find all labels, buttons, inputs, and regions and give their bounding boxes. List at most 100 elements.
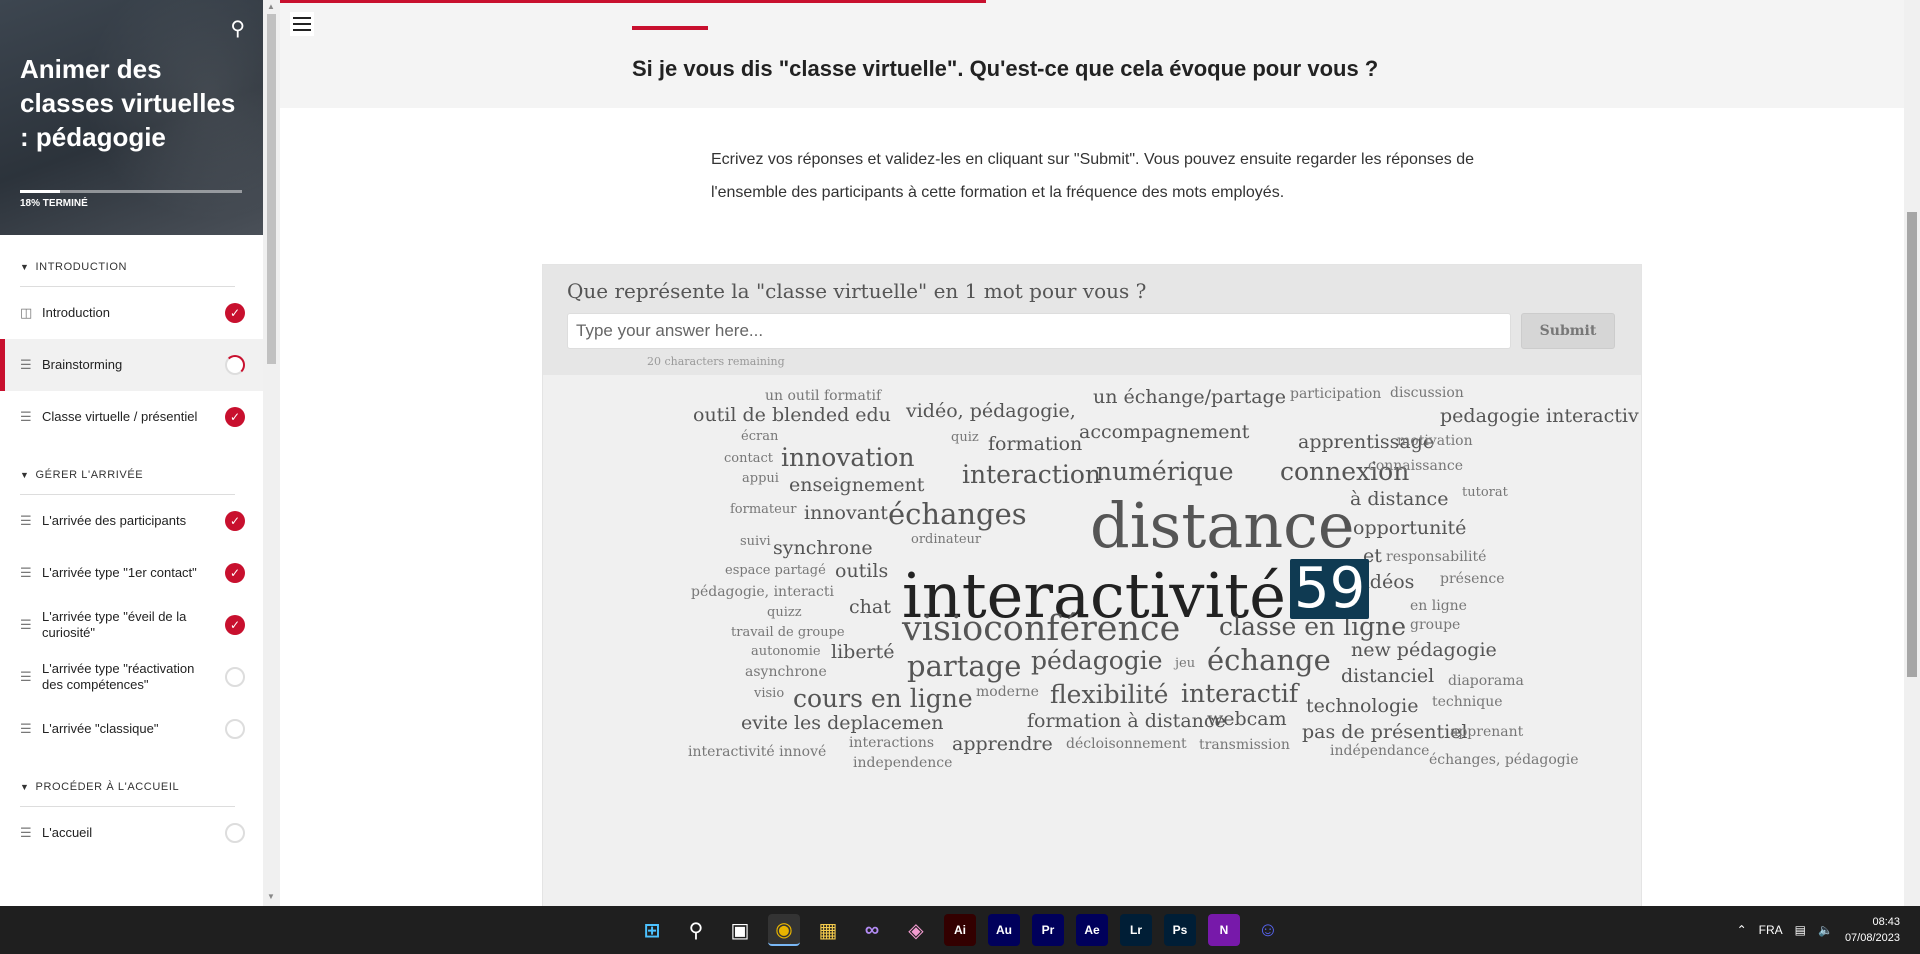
lesson-item[interactable]: ☰ Classe virtuelle / présentiel ✓ [0, 391, 263, 443]
answer-input[interactable] [567, 313, 1511, 349]
lesson-item[interactable]: ☰ L'arrivée des participants ✓ [0, 495, 263, 547]
task-view-icon[interactable]: ▣ [724, 914, 756, 946]
word-cloud-item[interactable]: vidéo, pédagogie, [906, 402, 1076, 421]
premiere-icon[interactable]: Pr [1032, 914, 1064, 946]
word-cloud-item[interactable]: partage [907, 652, 1021, 681]
word-cloud-item[interactable]: décloisonnement [1066, 737, 1187, 751]
word-cloud-item[interactable]: flexibilité [1050, 682, 1168, 707]
photos-icon[interactable]: ◈ [900, 914, 932, 946]
lesson-item[interactable]: ☰ L'arrivée "classique" [0, 703, 263, 755]
word-cloud-item[interactable]: innovation [781, 445, 914, 470]
word-cloud-item[interactable]: distanciel [1341, 667, 1434, 686]
word-cloud-item[interactable]: independence [853, 756, 952, 770]
word-cloud-item[interactable]: motivation [1397, 434, 1473, 448]
word-cloud-item[interactable]: evite les deplacemen [741, 714, 943, 733]
word-cloud-item[interactable]: pédagogie [1031, 648, 1163, 673]
word-cloud-item[interactable]: enseignement [789, 476, 924, 495]
word-cloud-item[interactable]: apprendre [952, 735, 1053, 754]
word-cloud-item[interactable]: cours en ligne [793, 686, 973, 711]
word-cloud-item[interactable]: outils [835, 562, 888, 581]
word-cloud-item[interactable]: interaction [962, 462, 1101, 487]
word-cloud-item[interactable]: quiz [951, 431, 979, 444]
section-header[interactable]: ▼ INTRODUCTION [20, 235, 235, 287]
lesson-item[interactable]: ☰ L'arrivée type "réactivation des compét… [0, 651, 263, 703]
word-cloud-item[interactable]: technologie [1306, 697, 1418, 716]
word-cloud-item[interactable]: échange [1207, 646, 1331, 675]
search-icon[interactable]: ⚲ [680, 914, 712, 946]
word-cloud-item[interactable]: distance [1090, 495, 1355, 557]
word-cloud-item[interactable]: quizz [767, 606, 802, 619]
after-effects-icon[interactable]: Ae [1076, 914, 1108, 946]
visual-studio-icon[interactable]: ∞ [856, 914, 888, 946]
word-cloud-item[interactable]: indépendance [1330, 744, 1429, 758]
word-cloud-item[interactable]: liberté [831, 643, 895, 662]
word-cloud-item[interactable]: formation [988, 435, 1082, 454]
word-cloud-item[interactable]: transmission [1199, 738, 1290, 752]
word-cloud-item[interactable]: accompagnement [1079, 423, 1249, 442]
clock[interactable]: 08:43 07/08/2023 [1845, 914, 1900, 946]
word-cloud-item[interactable]: diaporama [1448, 674, 1524, 688]
page-scroll-thumb[interactable] [1907, 212, 1917, 677]
word-cloud-item[interactable]: participation [1290, 387, 1381, 401]
word-cloud-item[interactable]: innovant [804, 504, 888, 523]
photoshop-icon[interactable]: Ps [1164, 914, 1196, 946]
word-cloud-item[interactable]: opportunité [1353, 519, 1466, 538]
word-cloud-item[interactable]: interactivité innové [688, 745, 826, 759]
word-cloud-item[interactable]: un outil formatif [765, 389, 881, 403]
menu-icon[interactable] [290, 12, 314, 36]
sidebar-scrollbar[interactable]: ▲ ▼ [263, 0, 280, 906]
search-icon[interactable]: ⚲ [230, 16, 245, 41]
audition-icon[interactable]: Au [988, 914, 1020, 946]
lesson-item[interactable]: ☰ L'arrivée type "1er contact" ✓ [0, 547, 263, 599]
word-cloud-item[interactable]: contact [724, 452, 773, 465]
word-cloud-item[interactable]: apprenant [1450, 725, 1523, 739]
sidebar-scroll-thumb[interactable] [267, 14, 276, 364]
scroll-up-arrow-icon[interactable]: ▲ [267, 2, 275, 11]
word-cloud-item[interactable]: pédagogie, interacti [691, 585, 834, 599]
word-cloud-item[interactable]: à distance [1350, 490, 1448, 509]
lesson-item[interactable]: ☰ Brainstorming [0, 339, 263, 391]
word-cloud-item[interactable]: groupe [1410, 618, 1460, 632]
word-cloud-item[interactable]: suivi [740, 535, 771, 548]
word-cloud-item[interactable]: ordinateur [911, 533, 981, 546]
lightroom-icon[interactable]: Lr [1120, 914, 1152, 946]
word-cloud-item[interactable]: en ligne [1410, 599, 1467, 613]
word-cloud-item[interactable]: responsabilité [1386, 550, 1486, 564]
word-cloud-item[interactable]: travail de groupe [731, 626, 845, 639]
word-cloud-item[interactable]: synchrone [773, 539, 873, 558]
chrome-icon[interactable]: ◉ [768, 914, 800, 946]
word-cloud-item[interactable]: numérique [1096, 459, 1234, 484]
word-cloud-item[interactable]: formation à distance [1027, 712, 1226, 731]
word-cloud-item[interactable]: visioconférence [902, 612, 1180, 647]
windows-start-icon[interactable]: ⊞ [636, 914, 668, 946]
word-cloud-item[interactable]: un échange/partage [1093, 388, 1286, 407]
word-cloud-item[interactable]: chat [849, 598, 891, 617]
language-indicator[interactable]: FRA [1759, 923, 1783, 937]
word-cloud-item[interactable]: technique [1432, 695, 1503, 709]
file-explorer-icon[interactable]: ▦ [812, 914, 844, 946]
word-cloud-item[interactable]: moderne [976, 685, 1039, 699]
submit-button[interactable]: Submit [1521, 313, 1615, 349]
word-cloud-item[interactable]: asynchrone [745, 665, 827, 679]
word-cloud-item[interactable]: jeu [1175, 657, 1195, 670]
word-cloud-item[interactable]: visio [754, 687, 784, 700]
word-cloud-item[interactable]: écran [741, 430, 778, 443]
word-cloud-item[interactable]: interactions [849, 736, 934, 750]
word-cloud-item[interactable]: présence [1440, 572, 1505, 586]
onenote-icon[interactable]: N [1208, 914, 1240, 946]
section-header[interactable]: ▼ GÉRER L'ARRIVÉE [20, 443, 235, 495]
word-cloud-item[interactable]: autonomie [751, 645, 821, 658]
volume-icon[interactable]: 🔈 [1818, 923, 1833, 937]
discord-icon[interactable]: ☺ [1252, 914, 1284, 946]
word-cloud-item[interactable]: pas de présentiel [1302, 723, 1467, 742]
word-cloud-item[interactable]: échanges, pédagogie [1429, 753, 1579, 767]
word-cloud-item[interactable]: interactif [1181, 681, 1298, 706]
word-cloud-item[interactable]: new pédagogie [1351, 641, 1497, 660]
word-cloud-item[interactable]: outil de blended edu [693, 406, 891, 425]
word-cloud-item[interactable]: échanges [888, 500, 1027, 529]
lesson-item[interactable]: ☰ L'accueil [0, 807, 263, 859]
word-cloud-item[interactable]: tutorat [1462, 486, 1508, 499]
page-scrollbar[interactable] [1904, 0, 1920, 906]
lesson-item[interactable]: ◫ Introduction ✓ [0, 287, 263, 339]
word-cloud-item[interactable]: discussion [1390, 386, 1464, 400]
